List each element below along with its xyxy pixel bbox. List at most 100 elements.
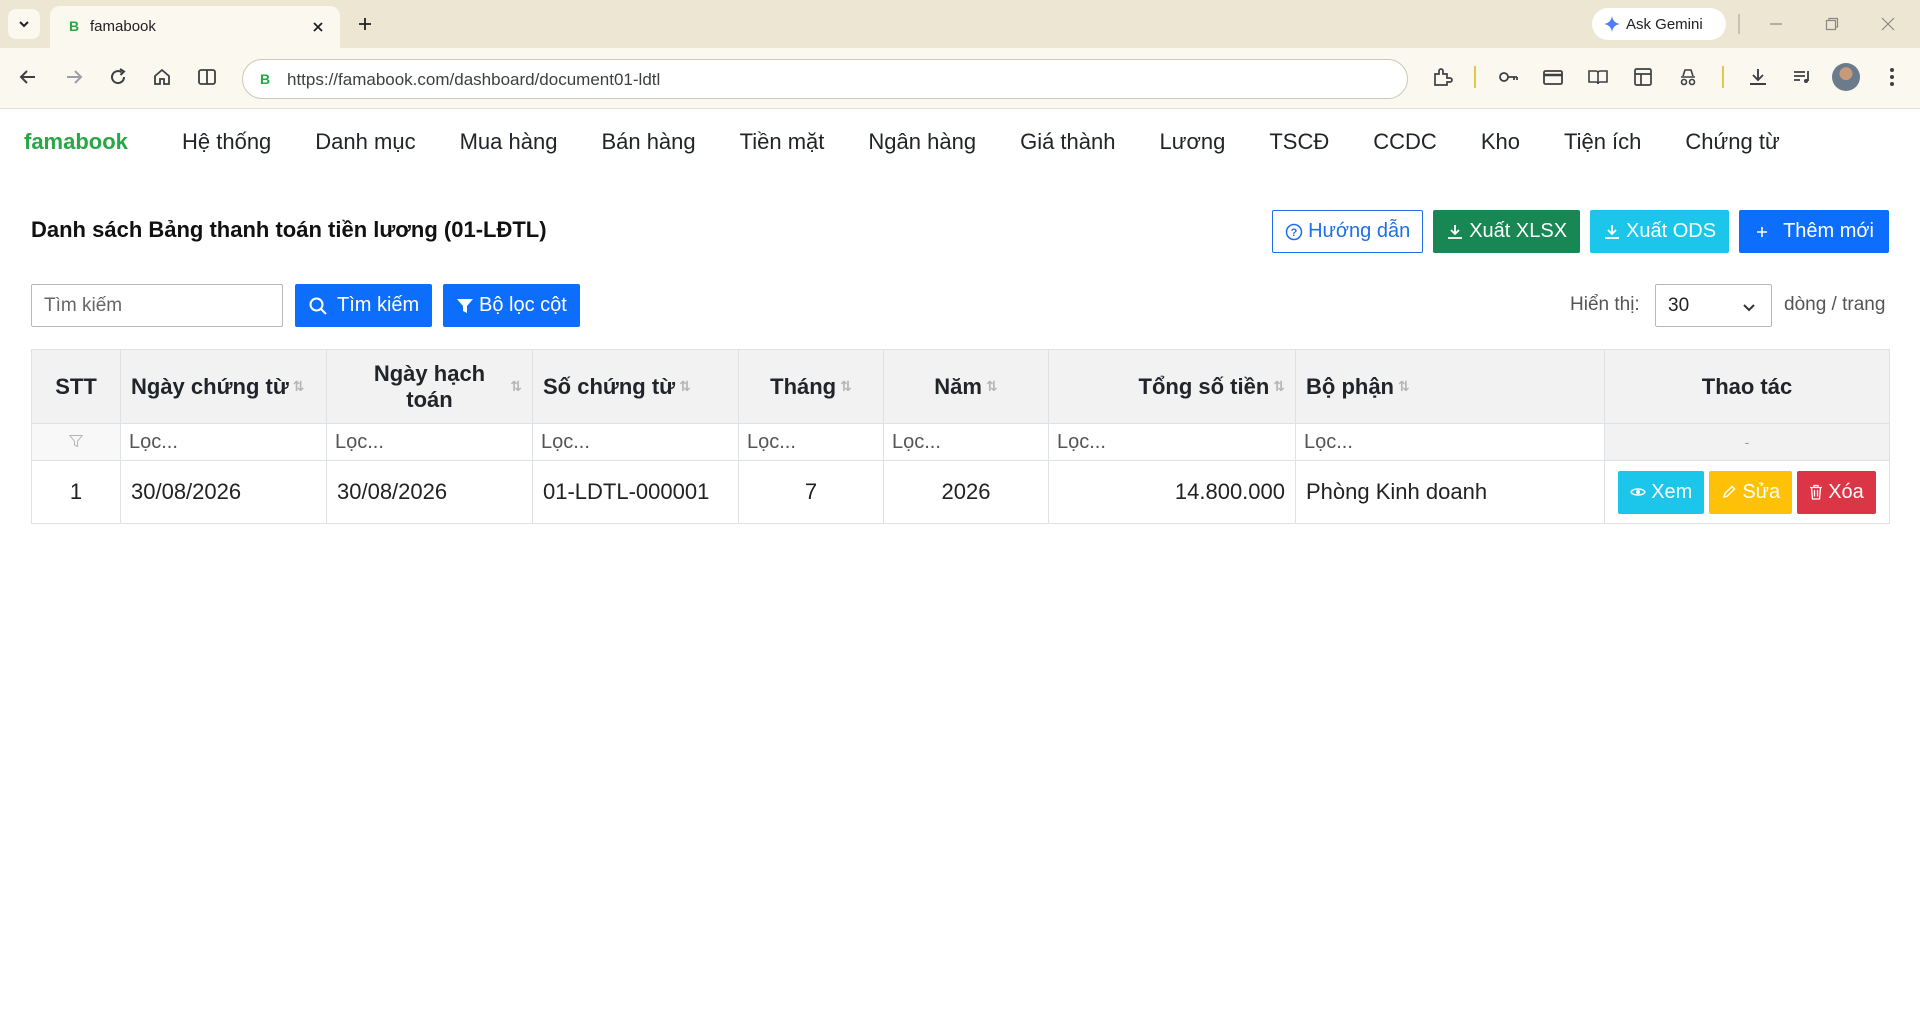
- more-menu-icon[interactable]: [1878, 63, 1906, 91]
- famabook-favicon-icon: B: [66, 17, 84, 35]
- table-header-row: STT Ngày chứng từ ⇅ Ngày hạch toán ⇅ Số ch…: [31, 349, 1890, 424]
- filter-post-date[interactable]: Lọc...: [326, 423, 533, 461]
- profile-avatar[interactable]: [1832, 63, 1860, 91]
- address-bar[interactable]: B https://famabook.com/dashboard/documen…: [242, 59, 1408, 99]
- table-view-icon[interactable]: [1629, 63, 1657, 91]
- brand-logo[interactable]: famabook: [24, 129, 128, 155]
- filter-row: Lọc... Lọc... Lọc... Lọc... Lọc... Lọc..…: [31, 423, 1890, 461]
- export-xlsx-label: Xuất XLSX: [1469, 220, 1568, 242]
- reload-icon[interactable]: [104, 63, 132, 91]
- column-filter-button[interactable]: Bộ lọc cột: [443, 284, 580, 327]
- sort-icon[interactable]: ⇅: [1273, 378, 1285, 395]
- filter-year[interactable]: Lọc...: [883, 423, 1049, 461]
- payment-card-icon[interactable]: [1539, 63, 1567, 91]
- home-icon[interactable]: [148, 63, 176, 91]
- divider: [1738, 14, 1740, 34]
- filter-total[interactable]: Lọc...: [1048, 423, 1296, 461]
- search-button[interactable]: Tìm kiếm: [295, 284, 433, 327]
- filter-doc-date[interactable]: Lọc...: [120, 423, 327, 461]
- column-header-label: Tổng số tiền: [1138, 373, 1270, 399]
- menu-item-tien-mat[interactable]: Tiền mặt: [718, 129, 847, 155]
- guide-button[interactable]: ? Hướng dẫn: [1272, 210, 1424, 253]
- edit-button[interactable]: Sửa: [1709, 470, 1793, 514]
- forward-arrow-icon[interactable]: [60, 63, 88, 91]
- export-ods-button[interactable]: Xuất ODS: [1590, 210, 1730, 253]
- download-icon[interactable]: [1744, 63, 1772, 91]
- sort-icon[interactable]: ⇅: [1398, 378, 1410, 395]
- password-key-icon[interactable]: [1494, 63, 1522, 91]
- stt-filter-cell: [31, 423, 121, 461]
- menu-item-ngan-hang[interactable]: Ngân hàng: [846, 129, 998, 155]
- export-ods-label: Xuất ODS: [1626, 220, 1717, 242]
- column-header-doc-no[interactable]: Số chứng từ ⇅: [532, 349, 739, 424]
- restore-window-icon[interactable]: [1818, 10, 1846, 38]
- divider: [1722, 66, 1724, 88]
- menu-item-mua-hang[interactable]: Mua hàng: [438, 129, 580, 155]
- cell-actions: Xem Sửa Xóa: [1604, 460, 1890, 524]
- add-new-button[interactable]: Thêm mới: [1739, 210, 1889, 253]
- close-tab-icon[interactable]: [308, 17, 328, 37]
- sort-icon[interactable]: ⇅: [840, 378, 852, 395]
- incognito-spy-icon[interactable]: [1674, 63, 1702, 91]
- column-filter-label: Bộ lọc cột: [479, 294, 567, 316]
- page-size-select[interactable]: 30: [1655, 284, 1772, 327]
- view-button[interactable]: Xem: [1618, 470, 1705, 514]
- filter-actions-placeholder: -: [1604, 423, 1890, 461]
- site-favicon-icon: B: [257, 70, 275, 88]
- column-header-stt: STT: [31, 349, 121, 424]
- menu-item-danh-muc[interactable]: Danh mục: [293, 129, 437, 155]
- cell-total: 14.800.000: [1048, 460, 1296, 524]
- column-header-department[interactable]: Bộ phận ⇅: [1295, 349, 1605, 424]
- trash-icon: [1810, 484, 1823, 500]
- column-header-doc-date[interactable]: Ngày chứng từ ⇅: [120, 349, 327, 424]
- menu-item-tien-ich[interactable]: Tiện ích: [1542, 129, 1663, 155]
- page-actions: ? Hướng dẫn Xuất XLSX Xuất ODS Thêm mới: [1272, 210, 1889, 253]
- menu-item-kho[interactable]: Kho: [1459, 129, 1542, 155]
- column-header-label: Bộ phận: [1306, 373, 1394, 399]
- delete-button[interactable]: Xóa: [1797, 470, 1876, 514]
- column-header-label: Số chứng từ: [543, 373, 676, 399]
- split-view-icon[interactable]: [193, 63, 221, 91]
- media-playlist-icon[interactable]: [1788, 63, 1816, 91]
- cell-doc-no: 01-LDTL-000001: [532, 460, 739, 524]
- edit-button-label: Sửa: [1742, 480, 1781, 503]
- page-size-value: 30: [1668, 295, 1690, 316]
- column-header-label: Tháng: [770, 373, 837, 399]
- filter-doc-no[interactable]: Lọc...: [532, 423, 739, 461]
- filter-department[interactable]: Lọc...: [1295, 423, 1605, 461]
- close-window-icon[interactable]: [1874, 10, 1902, 38]
- menu-item-he-thong[interactable]: Hệ thống: [160, 129, 293, 155]
- menu-item-ban-hang[interactable]: Bán hàng: [579, 129, 717, 155]
- question-circle-icon: ?: [1285, 223, 1303, 240]
- menu-item-chung-tu[interactable]: Chứng từ: [1663, 129, 1801, 155]
- menu-item-ccdc[interactable]: CCDC: [1351, 129, 1459, 155]
- filter-month[interactable]: Lọc...: [738, 423, 884, 461]
- download-icon: [1605, 224, 1620, 239]
- sort-icon[interactable]: ⇅: [510, 378, 522, 395]
- back-arrow-icon[interactable]: [14, 63, 42, 91]
- plus-icon: [1757, 226, 1768, 237]
- menu-item-luong[interactable]: Lương: [1137, 129, 1247, 155]
- ask-gemini-button[interactable]: Ask Gemini: [1592, 8, 1726, 40]
- sort-icon[interactable]: ⇅: [986, 378, 998, 395]
- sort-icon[interactable]: ⇅: [293, 378, 305, 395]
- tab-search-button[interactable]: [8, 9, 40, 39]
- menu-item-gia-thanh[interactable]: Giá thành: [998, 129, 1137, 155]
- search-button-label: Tìm kiếm: [337, 294, 420, 316]
- column-header-month[interactable]: Tháng ⇅: [738, 349, 884, 424]
- extensions-icon[interactable]: [1428, 63, 1456, 91]
- column-header-year[interactable]: Năm ⇅: [883, 349, 1049, 424]
- search-input[interactable]: [31, 284, 283, 327]
- export-xlsx-button[interactable]: Xuất XLSX: [1433, 210, 1581, 253]
- minimize-icon[interactable]: [1762, 10, 1790, 38]
- column-header-actions: Thao tác: [1604, 349, 1890, 424]
- menu-item-tscd[interactable]: TSCĐ: [1247, 129, 1351, 155]
- column-header-post-date[interactable]: Ngày hạch toán ⇅: [326, 349, 533, 424]
- show-label: Hiển thị:: [1570, 294, 1640, 315]
- new-tab-plus-icon[interactable]: [352, 11, 378, 37]
- column-header-total[interactable]: Tổng số tiền ⇅: [1048, 349, 1296, 424]
- reading-mode-icon[interactable]: [1584, 63, 1612, 91]
- browser-tab[interactable]: B famabook: [50, 6, 340, 48]
- column-header-label: Ngày hạch toán: [373, 360, 486, 412]
- sort-icon[interactable]: ⇅: [679, 378, 691, 395]
